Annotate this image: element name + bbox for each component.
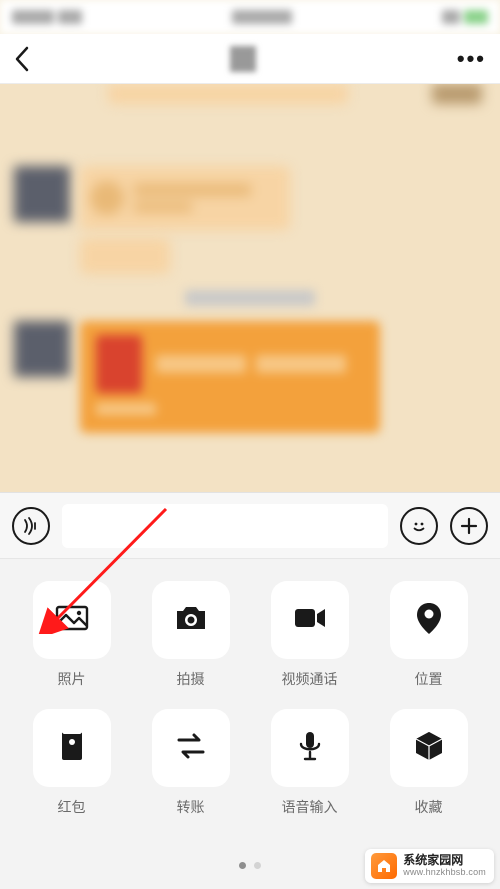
- message-bubble[interactable]: [80, 166, 290, 230]
- nav-bar: •••: [0, 34, 500, 84]
- attach-label: 转账: [177, 797, 205, 817]
- attach-label: 视频通话: [282, 669, 338, 689]
- more-icon[interactable]: •••: [457, 46, 486, 72]
- message-input[interactable]: [62, 504, 388, 548]
- status-bar: [0, 0, 500, 34]
- attach-item-photo[interactable]: 照片: [18, 581, 125, 689]
- attach-label: 照片: [58, 669, 86, 689]
- attach-item-redpacket[interactable]: 红包: [18, 709, 125, 817]
- photo-icon: [52, 598, 92, 643]
- location-icon: [409, 598, 449, 643]
- message-row: [0, 160, 500, 274]
- avatar[interactable]: [14, 321, 70, 377]
- message-bubble[interactable]: [108, 84, 348, 104]
- attachment-panel: 照片 拍摄 视频通话 位置 红包: [0, 558, 500, 889]
- avatar[interactable]: [432, 84, 482, 104]
- attach-item-transfer[interactable]: 转账: [137, 709, 244, 817]
- back-icon[interactable]: [14, 46, 30, 72]
- cube-icon: [409, 726, 449, 771]
- attach-item-videocall[interactable]: 视频通话: [256, 581, 363, 689]
- emoji-button[interactable]: [400, 507, 438, 545]
- transfer-icon: [171, 726, 211, 771]
- attach-label: 拍摄: [177, 669, 205, 689]
- chat-title: [230, 46, 256, 72]
- attach-label: 收藏: [415, 797, 443, 817]
- chat-area: [0, 84, 500, 492]
- attach-label: 红包: [58, 797, 86, 817]
- watermark-logo-icon: [371, 853, 397, 879]
- watermark: 系统家园网 www.hnzkhbsb.com: [365, 849, 494, 883]
- red-envelope-bubble[interactable]: [80, 321, 380, 433]
- time-divider: [0, 290, 500, 311]
- attach-item-voice[interactable]: 语音输入: [256, 709, 363, 817]
- message-row: [0, 315, 500, 433]
- avatar[interactable]: [14, 166, 70, 222]
- attach-label: 位置: [415, 669, 443, 689]
- microphone-icon: [290, 726, 330, 771]
- attach-item-location[interactable]: 位置: [375, 581, 482, 689]
- attach-item-favorite[interactable]: 收藏: [375, 709, 482, 817]
- camera-icon: [171, 598, 211, 643]
- watermark-url: www.hnzkhbsb.com: [403, 868, 486, 878]
- page-dot[interactable]: [239, 862, 246, 869]
- watermark-title: 系统家园网: [403, 854, 486, 867]
- page-dot[interactable]: [254, 862, 261, 869]
- attach-item-camera[interactable]: 拍摄: [137, 581, 244, 689]
- attach-label: 语音输入: [282, 797, 338, 817]
- video-icon: [290, 598, 330, 643]
- input-bar: [0, 492, 500, 558]
- plus-button[interactable]: [450, 507, 488, 545]
- message-bubble[interactable]: [80, 238, 170, 274]
- voice-toggle-button[interactable]: [12, 507, 50, 545]
- redpacket-icon: [52, 726, 92, 771]
